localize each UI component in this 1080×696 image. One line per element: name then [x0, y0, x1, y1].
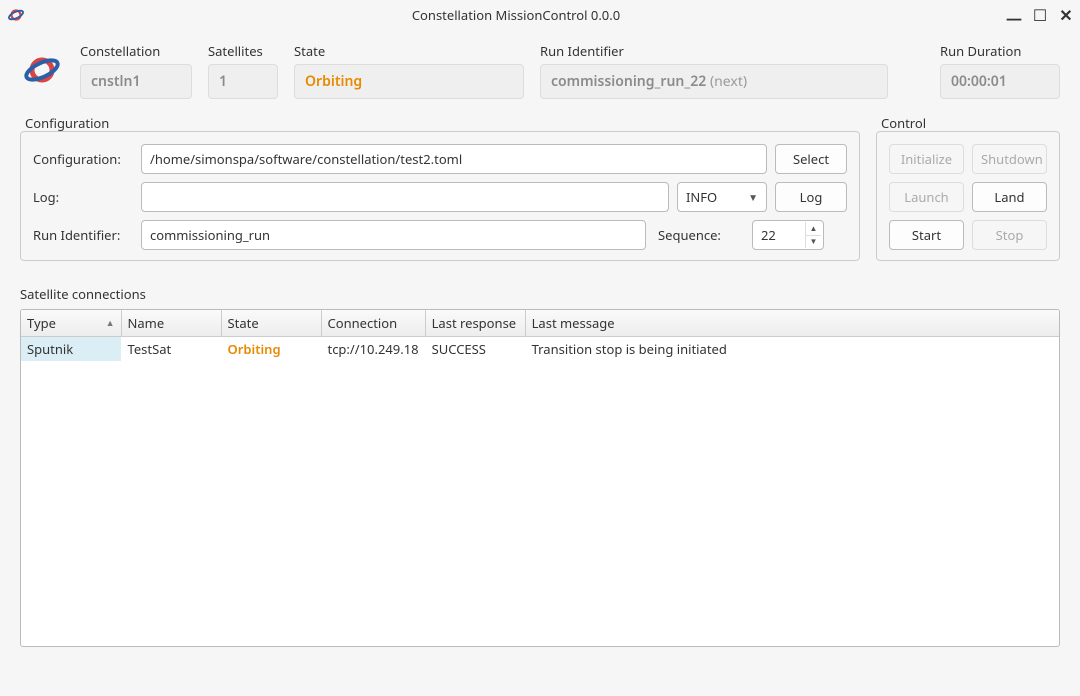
cell-last-message: Transition stop is being initiated	[525, 337, 1058, 362]
log-label: Log:	[33, 188, 133, 206]
cell-state: Orbiting	[221, 337, 321, 362]
spin-up-icon[interactable]: ▲	[805, 222, 821, 236]
satellites-value: 1	[208, 64, 278, 99]
configuration-group-title: Configuration	[23, 114, 111, 132]
cell-type: Sputnik	[21, 337, 121, 362]
runid-value: commissioning_run_22 (next)	[540, 64, 888, 99]
cell-name: TestSat	[121, 337, 221, 362]
col-last-response[interactable]: Last response	[425, 310, 525, 337]
constellation-label: Constellation	[80, 42, 192, 60]
status-row: Constellation cnstln1 Satellites 1 State…	[20, 42, 1060, 99]
shutdown-button[interactable]: Shutdown	[972, 144, 1047, 174]
launch-button[interactable]: Launch	[889, 182, 964, 212]
select-button[interactable]: Select	[775, 144, 847, 174]
config-path-input[interactable]	[141, 144, 767, 174]
config-path-label: Configuration:	[33, 150, 133, 168]
runid-input[interactable]	[141, 220, 646, 250]
col-connection[interactable]: Connection	[321, 310, 425, 337]
table-row[interactable]: Sputnik TestSat Orbiting tcp://10.249.18…	[21, 337, 1059, 362]
satellites-table: Type▲ Name State Connection Last respons…	[20, 309, 1060, 647]
log-button[interactable]: Log	[775, 182, 847, 212]
state-value: Orbiting	[294, 64, 524, 99]
log-level-value: INFO	[686, 188, 717, 206]
spin-down-icon[interactable]: ▼	[805, 236, 821, 249]
minimize-icon[interactable]: —	[1006, 7, 1022, 29]
col-name[interactable]: Name	[121, 310, 221, 337]
constellation-value: cnstln1	[80, 64, 192, 99]
sequence-value: 22	[761, 226, 776, 244]
close-icon[interactable]: ✕	[1058, 4, 1074, 26]
col-type[interactable]: Type▲	[21, 310, 121, 337]
titlebar: Constellation MissionControl 0.0.0 — ☐ ✕	[0, 0, 1080, 30]
start-button[interactable]: Start	[889, 220, 964, 250]
app-icon	[6, 5, 26, 25]
satellites-label: Satellites	[208, 42, 278, 60]
table-header-row: Type▲ Name State Connection Last respons…	[21, 310, 1059, 337]
runid-label: Run Identifier	[540, 42, 924, 60]
control-group: Control Initialize Shutdown Launch Land …	[876, 131, 1060, 261]
duration-value: 00:00:01	[940, 64, 1060, 99]
configuration-group: Configuration Configuration: Select Log:…	[20, 131, 860, 261]
land-button[interactable]: Land	[972, 182, 1047, 212]
cell-connection: tcp://10.249.18	[321, 337, 425, 362]
sequence-label: Sequence:	[658, 226, 744, 244]
log-level-select[interactable]: INFO ▼	[677, 182, 767, 212]
log-input[interactable]	[141, 182, 669, 212]
initialize-button[interactable]: Initialize	[889, 144, 964, 174]
sequence-stepper[interactable]: 22 ▲ ▼	[752, 220, 824, 250]
app-logo-large	[20, 48, 64, 92]
sort-asc-icon: ▲	[106, 316, 115, 329]
window-title: Constellation MissionControl 0.0.0	[26, 6, 1006, 24]
chevron-down-icon: ▼	[748, 190, 758, 204]
stop-button[interactable]: Stop	[972, 220, 1047, 250]
col-last-message[interactable]: Last message	[525, 310, 1058, 337]
state-label: State	[294, 42, 524, 60]
satellites-section-title: Satellite connections	[20, 285, 1060, 303]
duration-label: Run Duration	[940, 42, 1060, 60]
maximize-icon[interactable]: ☐	[1032, 4, 1048, 26]
cell-last-response: SUCCESS	[425, 337, 525, 362]
control-group-title: Control	[879, 114, 928, 132]
col-state[interactable]: State	[221, 310, 321, 337]
runid-field-label: Run Identifier:	[33, 226, 133, 244]
